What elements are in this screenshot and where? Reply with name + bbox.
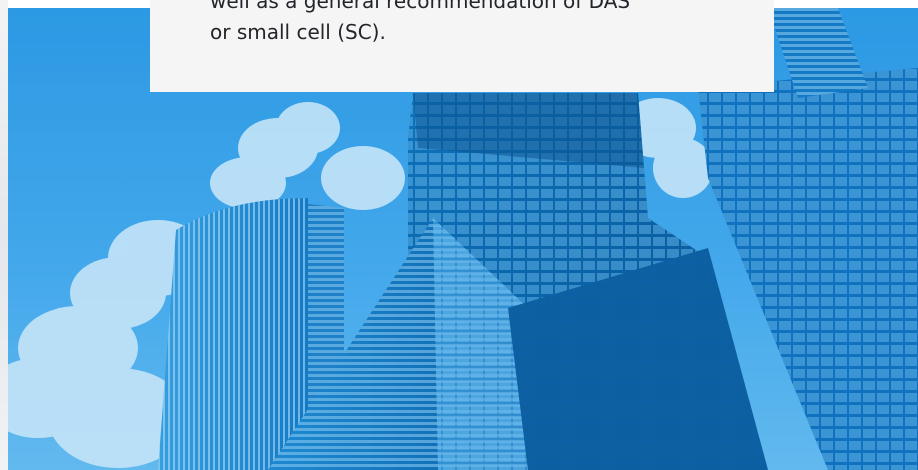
page: well as a general recommendation of DAS … (0, 0, 918, 470)
text-card: well as a general recommendation of DAS … (150, 0, 774, 92)
left-edge-strip (0, 0, 8, 470)
card-body-text: well as a general recommendation of DAS … (210, 0, 631, 44)
